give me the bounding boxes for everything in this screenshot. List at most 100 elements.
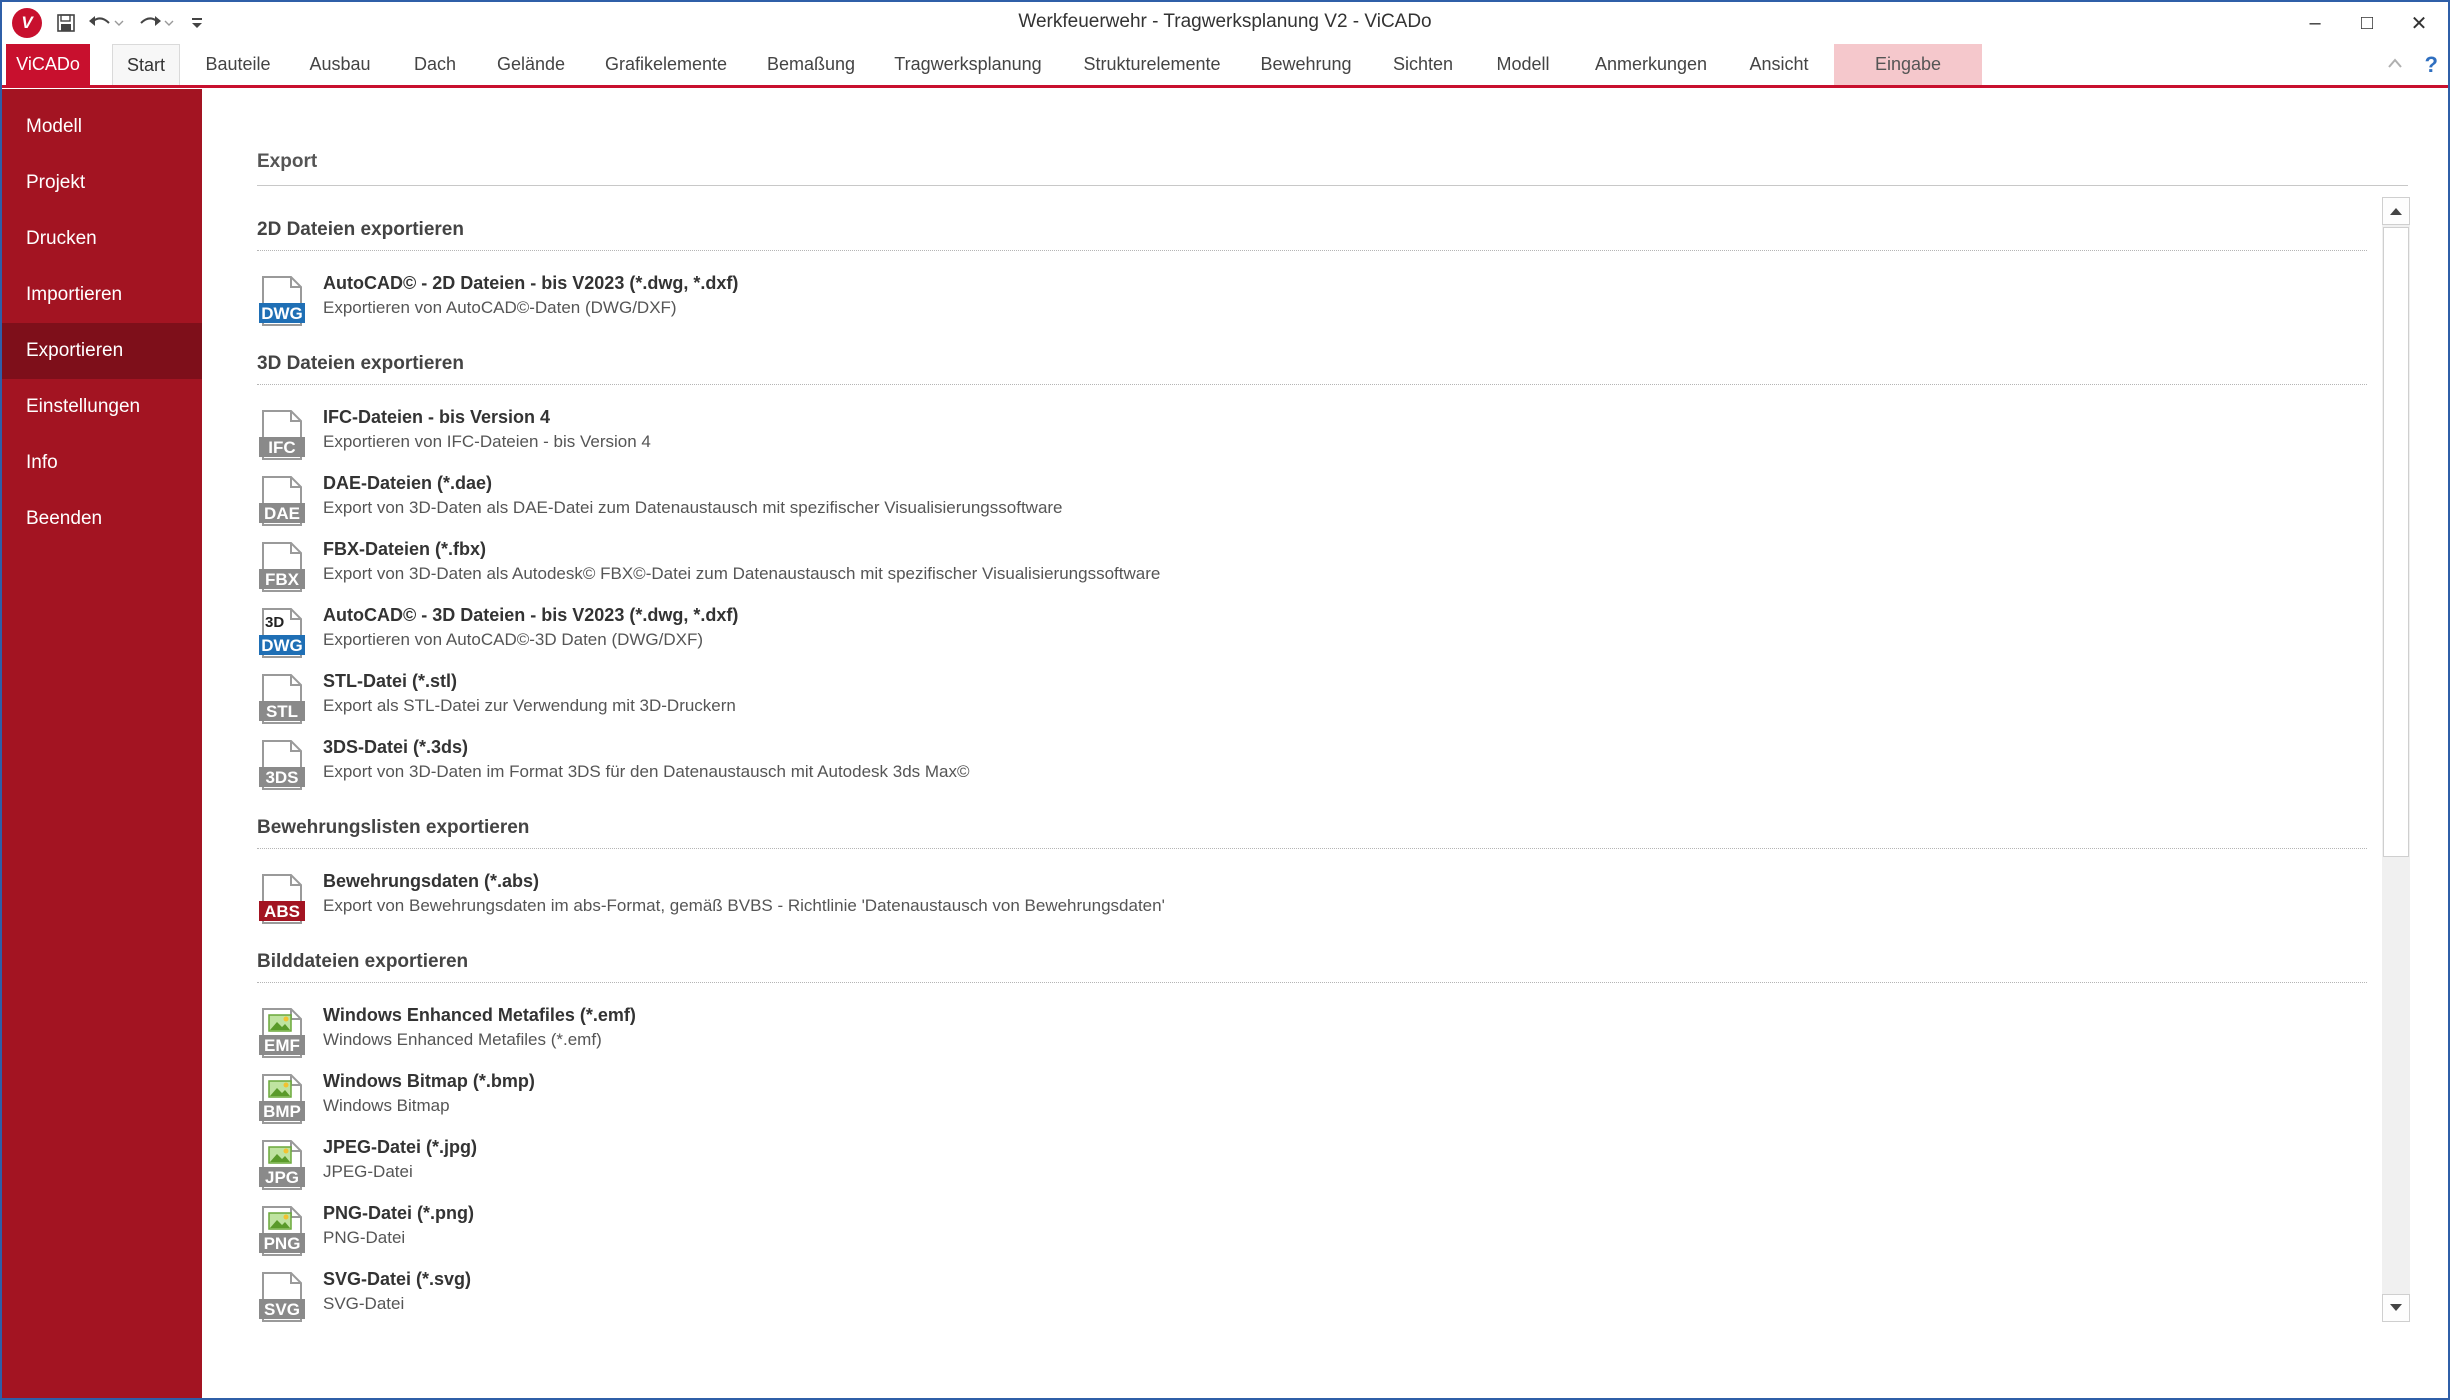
group-header: Bilddateien exportieren — [257, 929, 2367, 983]
entry-title: AutoCAD© - 3D Dateien - bis V2023 (*.dwg… — [323, 605, 739, 625]
svg-text:PNG: PNG — [264, 1234, 301, 1253]
export-entry[interactable]: FBX FBX-Dateien (*.fbx) Export von 3D-Date… — [257, 531, 2377, 597]
export-entry[interactable]: 3DS 3DS-Datei (*.3ds) Export von 3D-Daten … — [257, 729, 2377, 795]
svg-text:FBX: FBX — [265, 570, 300, 589]
export-entry[interactable]: DWG AutoCAD© - 2D Dateien - bis V2023 (*.… — [257, 265, 2377, 331]
export-entry[interactable]: BMP Windows Bitmap (*.bmp) Windows Bitmap — [257, 1063, 2377, 1129]
sidebar-item-exportieren[interactable]: Exportieren — [2, 323, 202, 379]
group-header: Bewehrungslisten exportieren — [257, 795, 2367, 849]
minimize-button[interactable]: – — [2292, 6, 2338, 40]
dae-file-icon: DAE — [257, 475, 307, 527]
fbx-file-icon: FBX — [257, 541, 307, 593]
export-entry[interactable]: DAE DAE-Dateien (*.dae) Export von 3D-Date… — [257, 465, 2377, 531]
sidebar-item-importieren[interactable]: Importieren — [2, 267, 202, 323]
entry-description: Windows Bitmap — [323, 1096, 450, 1115]
export-entry[interactable]: JPG JPEG-Datei (*.jpg) JPEG-Datei — [257, 1129, 2377, 1195]
dwg-3d-file-icon: 3D DWG — [257, 607, 307, 659]
tab-bauteile[interactable]: Bauteile — [198, 44, 278, 85]
svg-text:3D: 3D — [265, 614, 284, 631]
help-icon[interactable]: ? — [2425, 52, 2438, 78]
export-entry[interactable]: EMF Windows Enhanced Metafiles (*.emf) Win… — [257, 997, 2377, 1063]
export-panel: Export 2D Dateien exportieren DWG AutoCAD©… — [202, 89, 2448, 1398]
svg-text:STL: STL — [266, 702, 298, 721]
export-entry[interactable]: 3D DWG AutoCAD© - 3D Dateien - bis V2023 (… — [257, 597, 2377, 663]
sidebar-item-beenden[interactable]: Beenden — [2, 491, 202, 547]
png-image-icon: PNG — [257, 1205, 307, 1257]
export-entry[interactable]: ABS Bewehrungsdaten (*.abs) Export von Bew… — [257, 863, 2377, 929]
sidebar-item-einstellungen[interactable]: Einstellungen — [2, 379, 202, 435]
sidebar-item-info[interactable]: Info — [2, 435, 202, 491]
entry-description: Export von 3D-Daten im Format 3DS für de… — [323, 762, 970, 781]
scroll-up-button[interactable] — [2382, 197, 2410, 225]
tab-anmerkungen[interactable]: Anmerkungen — [1582, 44, 1720, 85]
jpg-image-icon: JPG — [257, 1139, 307, 1191]
export-entry[interactable]: STL STL-Datei (*.stl) Export als STL-Datei… — [257, 663, 2377, 729]
export-entry[interactable]: PNG PNG-Datei (*.png) PNG-Datei — [257, 1195, 2377, 1261]
entry-title: JPEG-Datei (*.jpg) — [323, 1137, 478, 1157]
tab-modell[interactable]: Modell — [1482, 44, 1564, 85]
tab-ansicht[interactable]: Ansicht — [1738, 44, 1820, 85]
entry-description: Export von 3D-Daten als Autodesk© FBX©-D… — [323, 564, 1161, 583]
svg-text:DWG: DWG — [261, 636, 303, 655]
maximize-button[interactable]: □ — [2344, 6, 2390, 40]
sidebar-item-modell[interactable]: Modell — [2, 99, 202, 155]
entry-title: FBX-Dateien (*.fbx) — [323, 539, 487, 559]
entry-title: Windows Bitmap (*.bmp) — [323, 1071, 535, 1091]
backstage-sidebar: Modell Projekt Drucken Importieren Expor… — [2, 89, 202, 1398]
tab-gelaende[interactable]: Gelände — [486, 44, 576, 85]
tab-dach[interactable]: Dach — [400, 44, 470, 85]
tab-sichten[interactable]: Sichten — [1380, 44, 1466, 85]
tab-strukturelemente[interactable]: Strukturelemente — [1072, 44, 1232, 85]
tab-eingabe[interactable]: Eingabe — [1834, 44, 1982, 85]
svg-text:DWG: DWG — [261, 304, 303, 323]
svg-text:BMP: BMP — [263, 1102, 301, 1121]
entry-description: Exportieren von AutoCAD©-3D Daten (DWG/D… — [323, 630, 704, 649]
export-entry[interactable]: IFC IFC-Dateien - bis Version 4 Exportiere… — [257, 399, 2377, 465]
svg-text:ABS: ABS — [264, 902, 300, 921]
collapse-ribbon-icon[interactable] — [2387, 56, 2403, 74]
scrollbar-thumb[interactable] — [2383, 227, 2409, 857]
entry-title: AutoCAD© - 2D Dateien - bis V2023 (*.dwg… — [323, 273, 739, 293]
close-button[interactable]: ✕ — [2396, 6, 2442, 40]
svg-text:DAE: DAE — [264, 504, 300, 523]
svg-text:JPG: JPG — [265, 1168, 299, 1187]
tab-tragwerksplanung[interactable]: Tragwerksplanung — [882, 44, 1054, 85]
vertical-scrollbar[interactable] — [2382, 197, 2410, 1322]
title-bar: V Werkfeuerwehr - Tragwerksplanung V2 - … — [2, 2, 2448, 44]
entry-title: DAE-Dateien (*.dae) — [323, 473, 493, 493]
emf-image-icon: EMF — [257, 1007, 307, 1059]
entry-title: Windows Enhanced Metafiles (*.emf) — [323, 1005, 636, 1025]
ribbon-controls: ? — [2387, 50, 2438, 80]
sidebar-item-projekt[interactable]: Projekt — [2, 155, 202, 211]
entry-title: Bewehrungsdaten (*.abs) — [323, 871, 540, 891]
entry-description: Windows Enhanced Metafiles (*.emf) — [323, 1030, 602, 1049]
sidebar-item-drucken[interactable]: Drucken — [2, 211, 202, 267]
entry-description: Export von Bewehrungsdaten im abs-Format… — [323, 896, 1165, 915]
dwg-file-icon: DWG — [257, 275, 307, 327]
svg-text:EMF: EMF — [264, 1036, 300, 1055]
entry-title: IFC-Dateien - bis Version 4 — [323, 407, 551, 427]
svg-file-icon: SVG — [257, 1271, 307, 1322]
page-title: Export — [257, 151, 318, 172]
scroll-down-button[interactable] — [2382, 1294, 2410, 1322]
tab-bewehrung[interactable]: Bewehrung — [1250, 44, 1362, 85]
entry-title: 3DS-Datei (*.3ds) — [323, 737, 469, 757]
tab-start[interactable]: Start — [112, 44, 180, 85]
entry-description: SVG-Datei — [323, 1294, 405, 1313]
group-header: 2D Dateien exportieren — [257, 197, 2367, 251]
entry-description: Export als STL-Datei zur Verwendung mit … — [323, 696, 736, 715]
svg-text:3DS: 3DS — [265, 768, 298, 787]
tab-ausbau[interactable]: Ausbau — [298, 44, 382, 85]
entry-description: Exportieren von AutoCAD©-Daten (DWG/DXF) — [323, 298, 677, 317]
3ds-file-icon: 3DS — [257, 739, 307, 791]
ribbon-tab-bar: ViCADo Start Bauteile Ausbau Dach Geländ… — [2, 44, 2448, 88]
stl-file-icon: STL — [257, 673, 307, 725]
tab-file-vicado[interactable]: ViCADo — [6, 44, 90, 85]
tab-bemassung[interactable]: Bemaßung — [758, 44, 864, 85]
tab-grafikelemente[interactable]: Grafikelemente — [594, 44, 738, 85]
ifc-file-icon: IFC — [257, 409, 307, 461]
abs-file-icon: ABS — [257, 873, 307, 925]
entry-description: Export von 3D-Daten als DAE-Datei zum Da… — [323, 498, 1063, 517]
entry-description: PNG-Datei — [323, 1228, 406, 1247]
export-entry[interactable]: SVG SVG-Datei (*.svg) SVG-Datei — [257, 1261, 2377, 1322]
